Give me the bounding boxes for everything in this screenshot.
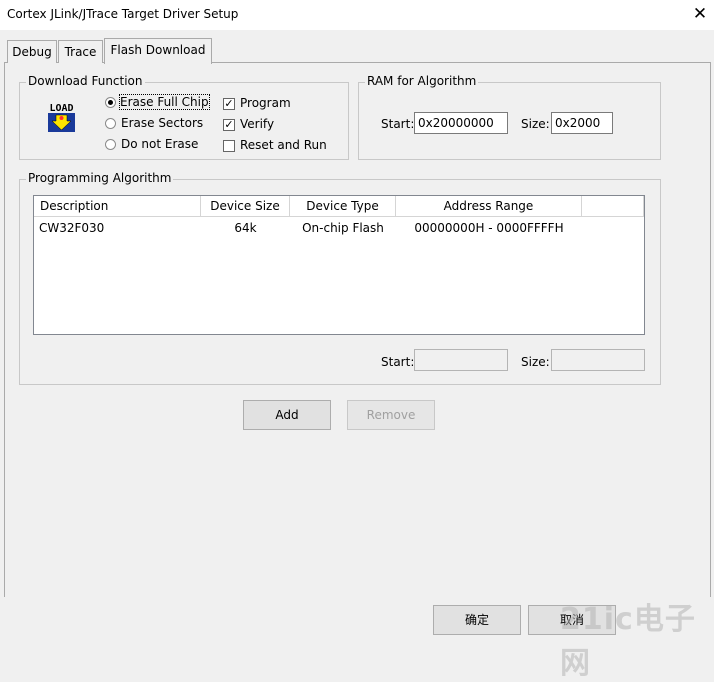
cell-description: CW32F030 xyxy=(39,221,105,235)
column-header-filler xyxy=(582,196,644,217)
ram-start-input[interactable]: 0x20000000 xyxy=(414,112,508,134)
checkbox-reset-and-run[interactable] xyxy=(223,140,235,152)
tab-flash-download[interactable]: Flash Download xyxy=(104,38,212,64)
ram-for-algorithm-legend: RAM for Algorithm xyxy=(365,74,479,88)
radio-erase-sectors-label[interactable]: Erase Sectors xyxy=(121,116,203,130)
algorithm-size-label: Size: xyxy=(521,355,550,369)
algorithm-start-input[interactable] xyxy=(414,349,508,371)
column-header-address-range[interactable]: Address Range xyxy=(396,196,582,217)
watermark-logo: 21ic电子网 xyxy=(560,602,696,681)
algorithm-list[interactable]: Description Device Size Device Type Addr… xyxy=(33,195,645,335)
checkbox-verify-label[interactable]: Verify xyxy=(240,117,274,131)
column-header-description[interactable]: Description xyxy=(34,196,201,217)
add-button[interactable]: Add xyxy=(243,400,331,430)
radio-erase-sectors[interactable] xyxy=(105,118,116,129)
radio-do-not-erase[interactable] xyxy=(105,139,116,150)
remove-button[interactable]: Remove xyxy=(347,400,435,430)
radio-erase-full-chip[interactable] xyxy=(105,97,116,108)
title-bar: Cortex JLink/JTrace Target Driver Setup … xyxy=(0,0,714,30)
algorithm-size-input[interactable] xyxy=(551,349,645,371)
programming-algorithm-legend: Programming Algorithm xyxy=(26,171,174,185)
ram-size-input[interactable]: 0x2000 xyxy=(551,112,613,134)
checkbox-program-label[interactable]: Program xyxy=(240,96,291,110)
cell-address-range: 00000000H - 0000FFFFH xyxy=(414,221,564,235)
radio-do-not-erase-label[interactable]: Do not Erase xyxy=(121,137,198,151)
column-header-device-size[interactable]: Device Size xyxy=(201,196,290,217)
download-function-legend: Download Function xyxy=(26,74,145,88)
load-icon-text: LOAD xyxy=(49,103,73,114)
load-icon: LOAD xyxy=(45,100,78,134)
checkbox-verify[interactable]: ✓ xyxy=(223,119,235,131)
algorithm-start-label: Start: xyxy=(381,355,415,369)
close-icon[interactable]: ✕ xyxy=(690,3,710,25)
cell-device-size: 64k xyxy=(234,221,257,235)
checkbox-program[interactable]: ✓ xyxy=(223,98,235,110)
ram-size-label: Size: xyxy=(521,117,550,131)
radio-erase-full-chip-label[interactable]: Erase Full Chip xyxy=(119,94,210,110)
cell-device-type: On-chip Flash xyxy=(302,221,384,235)
ok-button[interactable]: 确定 xyxy=(433,605,521,635)
column-header-device-type[interactable]: Device Type xyxy=(290,196,396,217)
table-row[interactable]: CW32F030 64k On-chip Flash 00000000H - 0… xyxy=(34,217,644,237)
window-title: Cortex JLink/JTrace Target Driver Setup xyxy=(7,7,239,21)
tab-debug[interactable]: Debug xyxy=(7,40,57,63)
tab-trace[interactable]: Trace xyxy=(58,40,103,63)
ram-start-label: Start: xyxy=(381,117,415,131)
checkbox-reset-and-run-label[interactable]: Reset and Run xyxy=(240,138,327,152)
